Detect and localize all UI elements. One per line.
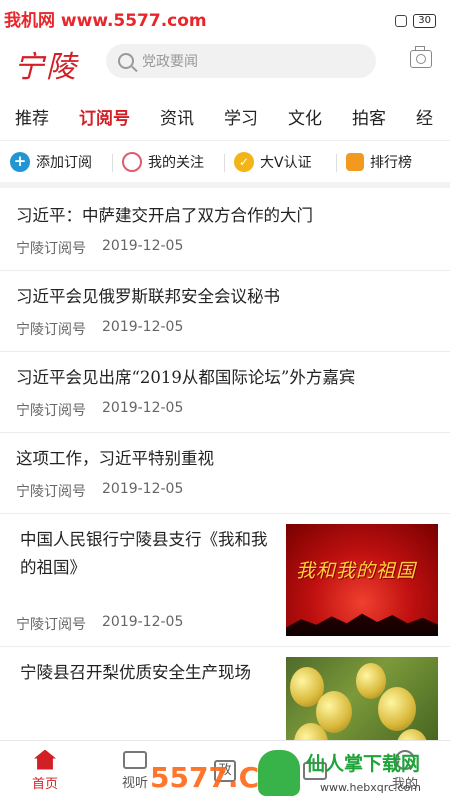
article-title: 这项工作，习近平特别重视 xyxy=(16,449,214,468)
watermark-url: www.hebxqrc.com xyxy=(320,781,422,794)
article-title: 习近平：中萨建交开启了双方合作的大门 xyxy=(16,206,313,225)
big-v-verified-label: 大V认证 xyxy=(260,154,312,171)
pear-fruit xyxy=(378,687,416,731)
nav-media-label: 视听 xyxy=(121,775,148,791)
my-follows-label: 我的关注 xyxy=(148,154,204,171)
article-source: 宁陵订阅号 xyxy=(16,484,86,500)
my-follows-button[interactable]: 我的关注 xyxy=(112,151,224,172)
search-icon xyxy=(118,53,134,69)
ranking-button[interactable]: 排行榜 xyxy=(336,152,448,172)
tab-news[interactable]: 资讯 xyxy=(145,104,209,129)
article-source: 宁陵订阅号 xyxy=(16,617,86,633)
category-tabs: 推荐 订阅号 资讯 学习 文化 拍客 经 xyxy=(0,96,450,136)
watermark-bottom-center: 5577.C xyxy=(150,761,260,794)
article-title: 习近平会见出席“2019从都国际论坛”外方嘉宾 xyxy=(16,368,356,387)
article-meta: 宁陵订阅号 2019-12-05 xyxy=(16,319,183,339)
article-item[interactable]: 这项工作，习近平特别重视 宁陵订阅号 2019-12-05 xyxy=(0,433,450,514)
cactus-logo xyxy=(258,750,300,796)
tv-icon xyxy=(123,750,147,769)
article-source: 宁陵订阅号 xyxy=(16,403,86,419)
camera-icon[interactable] xyxy=(410,46,432,68)
article-title: 中国人民银行宁陵县支行《我和我的祖国》 xyxy=(20,530,268,577)
article-date: 2019-12-05 xyxy=(102,319,184,335)
big-v-verified-button[interactable]: ✓ 大V认证 xyxy=(224,151,336,172)
lock-icon xyxy=(395,15,408,27)
article-item[interactable]: 中国人民银行宁陵县支行《我和我的祖国》 宁陵订阅号 2019-12-05 我和我… xyxy=(0,514,450,647)
plus-icon: + xyxy=(10,151,30,172)
article-date: 2019-12-05 xyxy=(102,400,184,416)
header: 宁陵 党政要闻 xyxy=(0,36,450,88)
status-bar: 30 xyxy=(395,14,436,28)
tab-study[interactable]: 学习 xyxy=(209,104,273,129)
article-item[interactable]: 习近平会见俄罗斯联邦安全会议秘书 宁陵订阅号 2019-12-05 xyxy=(0,271,450,352)
article-meta: 宁陵订阅号 2019-12-05 xyxy=(16,614,183,634)
battery-indicator: 30 xyxy=(413,14,436,28)
tab-subscriptions[interactable]: 订阅号 xyxy=(64,104,145,129)
nav-home-label: 首页 xyxy=(31,776,58,792)
search-placeholder: 党政要闻 xyxy=(142,54,198,70)
ranking-label: 排行榜 xyxy=(370,154,412,171)
article-date: 2019-12-05 xyxy=(102,238,184,254)
app-logo: 宁陵 xyxy=(14,50,78,85)
subscription-subnav: + 添加订阅 我的关注 ✓ 大V认证 排行榜 xyxy=(0,140,450,188)
tab-recommend[interactable]: 推荐 xyxy=(0,104,64,129)
home-icon xyxy=(34,749,56,770)
article-source: 宁陵订阅号 xyxy=(16,322,86,338)
add-subscription-button[interactable]: + 添加订阅 xyxy=(0,151,112,172)
v-badge-icon: ✓ xyxy=(234,151,254,172)
add-subscription-label: 添加订阅 xyxy=(36,154,92,171)
thumbnail-caption: 我和我的祖国 xyxy=(296,560,417,582)
article-thumbnail: 我和我的祖国 xyxy=(286,524,438,636)
pear-fruit xyxy=(356,663,386,699)
watermark-top: 我机网 www.5577.com xyxy=(4,11,207,31)
article-feed: 习近平：中萨建交开启了双方合作的大门 宁陵订阅号 2019-12-05 习近平会… xyxy=(0,190,450,780)
ranking-icon xyxy=(346,152,364,171)
watermark-bottom-right: 仙人掌下载网 xyxy=(306,753,421,775)
article-meta: 宁陵订阅号 2019-12-05 xyxy=(16,238,183,258)
heart-icon xyxy=(122,151,142,172)
article-title: 习近平会见俄罗斯联邦安全会议秘书 xyxy=(16,287,280,306)
article-meta: 宁陵订阅号 2019-12-05 xyxy=(16,400,183,420)
article-date: 2019-12-05 xyxy=(102,481,184,497)
article-title: 宁陵县召开梨优质安全生产现场 xyxy=(20,663,251,682)
tab-culture[interactable]: 文化 xyxy=(273,104,337,129)
nav-home[interactable]: 首页 xyxy=(0,741,90,800)
article-meta: 宁陵订阅号 2019-12-05 xyxy=(16,481,183,501)
tiananmen-silhouette xyxy=(286,613,438,636)
tab-photographer[interactable]: 拍客 xyxy=(337,104,401,129)
tab-economy[interactable]: 经 xyxy=(401,104,448,129)
article-date: 2019-12-05 xyxy=(102,614,184,630)
article-source: 宁陵订阅号 xyxy=(16,241,86,257)
article-item[interactable]: 习近平会见出席“2019从都国际论坛”外方嘉宾 宁陵订阅号 2019-12-05 xyxy=(0,352,450,433)
search-bar[interactable]: 党政要闻 xyxy=(106,44,376,78)
article-item[interactable]: 习近平：中萨建交开启了双方合作的大门 宁陵订阅号 2019-12-05 xyxy=(0,190,450,271)
